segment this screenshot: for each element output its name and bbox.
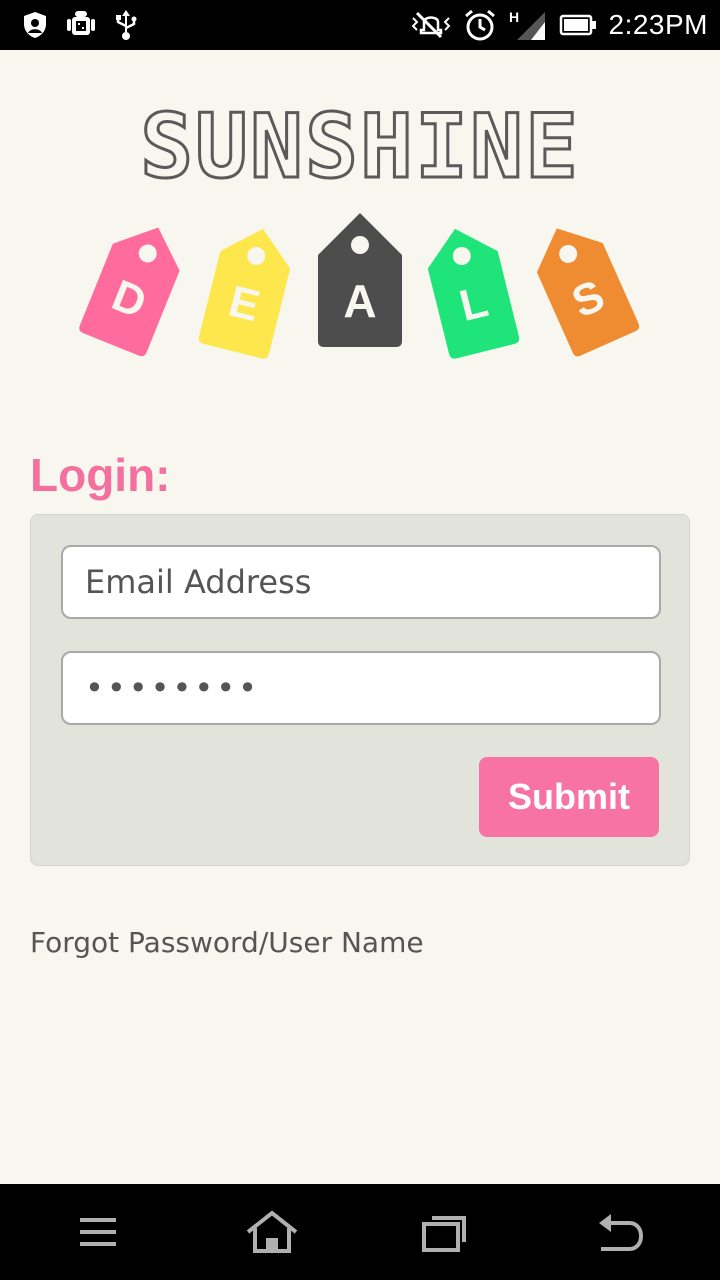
home-icon [246,1210,298,1253]
vibrate-off-icon [411,8,451,42]
sunshine-deals-logo: SUNSHINE D E A L S [60,95,660,362]
status-bar: H 2:23PM [0,0,720,50]
network-type-label: H [509,9,519,25]
signal-h-icon: H [509,8,547,42]
shield-icon [22,11,48,39]
login-form-panel: Submit [30,514,690,866]
tag-s: S [536,228,640,357]
system-nav-bar [0,1184,720,1280]
usb-icon [114,8,138,42]
logo-wordmark: SUNSHINE [139,95,580,198]
tag-l: L [427,228,520,359]
recent-apps-button[interactable] [414,1206,474,1258]
tag-d: D [79,227,180,357]
menu-icon [80,1218,116,1246]
battery-icon [559,14,597,36]
email-field[interactable] [61,545,661,619]
tag-letter-a: A [343,275,376,327]
tag-e: E [198,228,291,359]
submit-button[interactable]: Submit [479,757,659,837]
menu-button[interactable] [68,1206,128,1258]
forgot-password-link[interactable]: Forgot Password/User Name [30,926,424,959]
logo-deal-tags: D E A L S [79,213,640,359]
home-button[interactable] [242,1206,302,1258]
login-heading: Login: [30,449,171,501]
back-button[interactable] [590,1206,650,1258]
password-field[interactable] [61,651,661,725]
android-debug-icon [66,9,96,41]
tag-a: A [318,213,402,347]
app-screen: SUNSHINE D E A L S Login: Email Address … [0,50,720,1184]
back-icon [599,1214,644,1251]
clock-time: 2:23PM [608,9,708,40]
alarm-icon [463,8,497,42]
recent-apps-icon [422,1216,466,1252]
